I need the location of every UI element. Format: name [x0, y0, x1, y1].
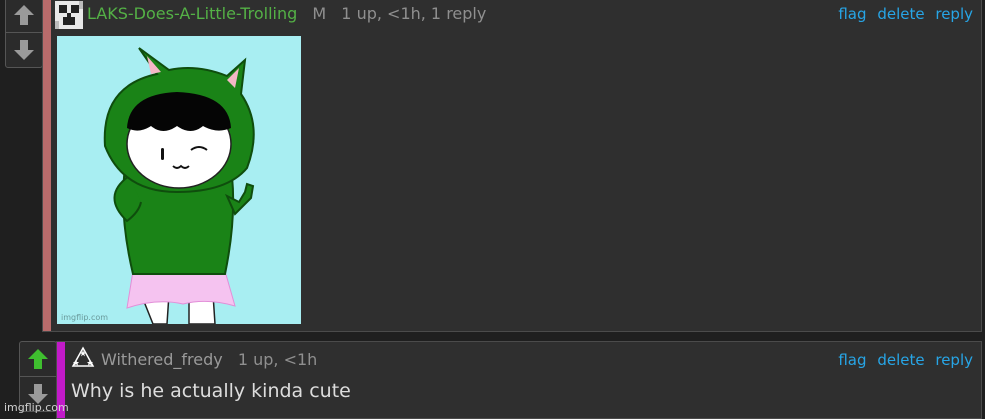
- triangle-stars-avatar-icon: [71, 346, 95, 367]
- arrow-down-icon: [14, 40, 34, 60]
- username-link-2[interactable]: Withered_fredy: [101, 350, 223, 369]
- arrow-up-icon: [28, 349, 48, 369]
- upvote-button-1[interactable]: [6, 0, 42, 32]
- mod-badge: M: [312, 4, 327, 23]
- pixel-creeper-avatar-icon: [55, 1, 83, 29]
- footer-watermark: imgflip.com: [4, 401, 69, 414]
- flag-link-1[interactable]: flag: [838, 5, 866, 23]
- vote-box-1: [5, 0, 43, 68]
- downvote-button-1[interactable]: [6, 32, 42, 67]
- flag-link-2[interactable]: flag: [838, 351, 866, 369]
- upvote-button-2[interactable]: [20, 342, 56, 376]
- comment-2: Withered_fredy 1 up, <1h flag delete rep…: [56, 341, 982, 419]
- delete-link-2[interactable]: delete: [877, 351, 924, 369]
- comment-actions-2: flag delete reply: [832, 351, 973, 369]
- comment-actions-1: flag delete reply: [832, 5, 973, 23]
- comment-1: LAKS-Does-A-Little-Trolling M 1 up, <1h,…: [42, 0, 982, 332]
- green-hood-character-drawing: [103, 47, 255, 324]
- comment-text-2: Why is he actually kinda cute: [71, 380, 351, 402]
- comment-stats-2: 1 up, <1h: [237, 350, 318, 369]
- comment-image[interactable]: imgflip.com: [57, 36, 301, 324]
- comment-meta-2: Withered_fredy 1 up, <1h: [101, 350, 317, 369]
- image-watermark: imgflip.com: [61, 313, 109, 322]
- reply-link-1[interactable]: reply: [935, 5, 973, 23]
- comment-meta-1: LAKS-Does-A-Little-Trolling M 1 up, <1h,…: [87, 4, 486, 23]
- comment-stats-1: 1 up, <1h, 1 reply: [341, 4, 487, 23]
- delete-link-1[interactable]: delete: [877, 5, 924, 23]
- comment-accent-bar: [43, 0, 51, 331]
- arrow-up-icon: [14, 5, 34, 25]
- username-link-1[interactable]: LAKS-Does-A-Little-Trolling: [87, 4, 297, 23]
- reply-link-2[interactable]: reply: [935, 351, 973, 369]
